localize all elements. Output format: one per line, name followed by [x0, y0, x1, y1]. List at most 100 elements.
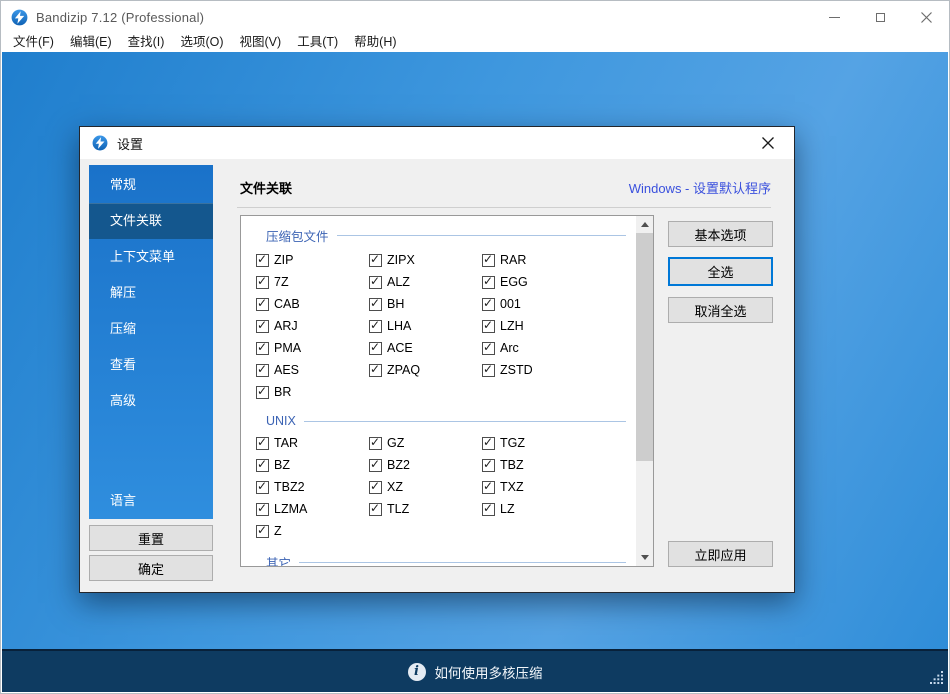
format-checkbox-txz[interactable]: TXZ: [482, 478, 636, 496]
scroll-down-button[interactable]: [636, 549, 653, 566]
format-label: LZ: [500, 502, 515, 516]
deselect-all-button[interactable]: 取消全选: [668, 297, 773, 323]
format-section: 其它JARWARAPK: [241, 553, 636, 567]
checkbox-icon: [482, 298, 495, 311]
format-label: BR: [274, 385, 291, 399]
sidebar-item[interactable]: 压缩: [89, 311, 213, 347]
format-checkbox-arc[interactable]: Arc: [482, 339, 636, 357]
checkbox-icon: [482, 276, 495, 289]
format-checkbox-tgz[interactable]: TGZ: [482, 434, 636, 452]
format-checkbox-gz[interactable]: GZ: [369, 434, 482, 452]
checkbox-icon: [369, 298, 382, 311]
checkbox-grid: ZIP ZIPX RAR 7Z ALZEGG CAB BH 001 ARJLHALZH PMAAC…: [256, 251, 636, 401]
menu-item[interactable]: 文件(F): [5, 33, 62, 52]
checkbox-icon: [482, 481, 495, 494]
format-label: BZ: [274, 458, 290, 472]
format-label: RAR: [500, 253, 526, 267]
checkbox-icon: [256, 525, 269, 538]
checkbox-icon: [369, 254, 382, 267]
checkbox-icon: [256, 364, 269, 377]
format-checkbox-rar[interactable]: RAR: [482, 251, 636, 269]
menu-item[interactable]: 编辑(E): [62, 33, 120, 52]
format-checkbox-arj[interactable]: ARJ: [256, 317, 369, 335]
statusbar-link[interactable]: 如何使用多核压缩: [435, 662, 543, 682]
format-label: CAB: [274, 297, 300, 311]
basic-options-button[interactable]: 基本选项: [668, 221, 773, 247]
section-title: 压缩包文件: [266, 226, 337, 245]
format-checkbox-ace[interactable]: ACE: [369, 339, 482, 357]
minimize-icon: [829, 17, 840, 18]
checkbox-icon: [369, 342, 382, 355]
format-checkbox-cab[interactable]: CAB: [256, 295, 369, 313]
scrollbar[interactable]: [636, 216, 653, 566]
close-button[interactable]: [903, 1, 949, 33]
window-controls: [811, 1, 949, 33]
format-checkbox-zipx[interactable]: ZIPX: [369, 251, 482, 269]
format-label: 7Z: [274, 275, 289, 289]
format-section: UNIXTARGZTGZBZBZ2TBZTBZ2XZTXZLZMATLZLZZ: [241, 414, 636, 540]
format-checkbox-lzma[interactable]: LZMA: [256, 500, 369, 518]
select-all-button[interactable]: 全选: [668, 257, 773, 286]
format-label: Arc: [500, 341, 519, 355]
format-checkbox-egg[interactable]: EGG: [482, 273, 636, 291]
checkbox-icon: [369, 481, 382, 494]
menu-item[interactable]: 选项(O): [172, 33, 231, 52]
format-label: LZMA: [274, 502, 307, 516]
checkbox-icon: [369, 503, 382, 516]
sidebar-item[interactable]: 常规: [89, 167, 213, 203]
format-label: AES: [274, 363, 299, 377]
format-checkbox-lha[interactable]: LHA: [369, 317, 482, 335]
format-label: ZIPX: [387, 253, 415, 267]
format-checkbox-tar[interactable]: TAR: [256, 434, 369, 452]
format-label: BZ2: [387, 458, 410, 472]
format-checkbox-001[interactable]: 001: [482, 295, 636, 313]
format-checkbox-br[interactable]: BR: [256, 383, 369, 401]
format-checkbox-aes[interactable]: AES: [256, 361, 369, 379]
format-checkbox-zstd[interactable]: ZSTD: [482, 361, 636, 379]
checkbox-icon: [482, 437, 495, 450]
sidebar-item[interactable]: 解压: [89, 275, 213, 311]
apply-now-button[interactable]: 立即应用: [668, 541, 773, 567]
dialog-close-button[interactable]: [754, 129, 782, 157]
menu-item[interactable]: 视图(V): [232, 33, 290, 52]
ok-button[interactable]: 确定: [89, 555, 213, 581]
checkbox-icon: [256, 503, 269, 516]
menu-item[interactable]: 查找(I): [120, 33, 173, 52]
reset-button[interactable]: 重置: [89, 525, 213, 551]
statusbar: i 如何使用多核压缩: [2, 649, 948, 692]
minimize-button[interactable]: [811, 1, 857, 33]
format-label: XZ: [387, 480, 403, 494]
sidebar-item[interactable]: 查看: [89, 347, 213, 383]
format-checkbox-tbz[interactable]: TBZ: [482, 456, 636, 474]
checkbox-icon: [482, 459, 495, 472]
scroll-up-button[interactable]: [636, 216, 653, 233]
format-checkbox-bh[interactable]: BH: [369, 295, 482, 313]
windows-default-programs-link[interactable]: Windows - 设置默认程序: [629, 178, 771, 197]
scrollbar-thumb[interactable]: [636, 233, 653, 461]
menu-item[interactable]: 帮助(H): [346, 33, 404, 52]
format-checkbox-lzh[interactable]: LZH: [482, 317, 636, 335]
format-checkbox-lz[interactable]: LZ: [482, 500, 636, 518]
resize-grip-icon[interactable]: [930, 671, 943, 687]
window-title: Bandizip 7.12 (Professional): [36, 10, 204, 25]
sidebar-item[interactable]: 语言: [89, 483, 213, 519]
format-label: BH: [387, 297, 404, 311]
format-checkbox-7z[interactable]: 7Z: [256, 273, 369, 291]
format-label: TGZ: [500, 436, 525, 450]
format-checkbox-bz2[interactable]: BZ2: [369, 456, 482, 474]
format-checkbox-tlz[interactable]: TLZ: [369, 500, 482, 518]
format-checkbox-zip[interactable]: ZIP: [256, 251, 369, 269]
format-checkbox-zpaq[interactable]: ZPAQ: [369, 361, 482, 379]
format-checkbox-xz[interactable]: XZ: [369, 478, 482, 496]
menu-item[interactable]: 工具(T): [289, 33, 346, 52]
menubar: 文件(F)编辑(E)查找(I)选项(O)视图(V)工具(T)帮助(H): [1, 33, 949, 52]
sidebar-item[interactable]: 高级: [89, 383, 213, 419]
format-checkbox-bz[interactable]: BZ: [256, 456, 369, 474]
format-checkbox-tbz2[interactable]: TBZ2: [256, 478, 369, 496]
format-checkbox-alz[interactable]: ALZ: [369, 273, 482, 291]
format-checkbox-z[interactable]: Z: [256, 522, 369, 540]
format-checkbox-pma[interactable]: PMA: [256, 339, 369, 357]
sidebar-item[interactable]: 上下文菜单: [89, 239, 213, 275]
sidebar-item[interactable]: 文件关联: [89, 203, 213, 239]
maximize-button[interactable]: [857, 1, 903, 33]
